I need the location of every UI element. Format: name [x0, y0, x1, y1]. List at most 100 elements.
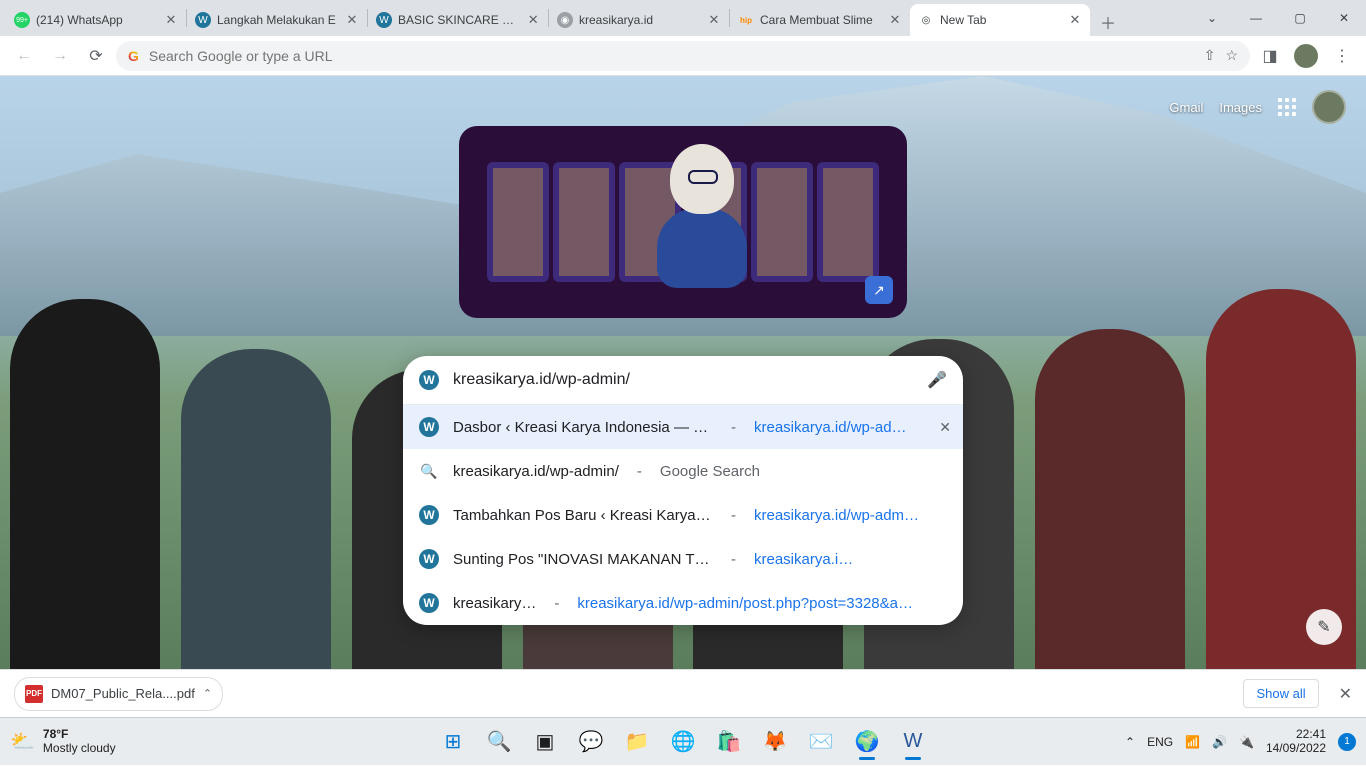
pdf-icon: PDF [25, 685, 43, 703]
images-link[interactable]: Images [1219, 100, 1262, 115]
google-doodle[interactable]: ↗ [459, 126, 907, 318]
chevron-up-icon[interactable]: ⌃ [203, 687, 212, 700]
windows-taskbar: ⛅ 78°F Mostly cloudy ⊞ 🔍 ▣ 💬 📁 🌐 🛍️ 🦊 ✉️… [0, 717, 1366, 765]
maximize-button[interactable]: ▢ [1278, 0, 1322, 36]
wordpress-icon: W [419, 593, 439, 613]
remove-suggestion-icon[interactable]: ✕ [939, 419, 951, 436]
taskbar-center: ⊞ 🔍 ▣ 💬 📁 🌐 🛍️ 🦊 ✉️ 🌍 W [433, 722, 933, 762]
mail-button[interactable]: ✉️ [801, 722, 841, 762]
close-icon[interactable]: ✕ [345, 13, 359, 27]
suggestion-title: Sunting Pos "INOVASI MAKANAN TRADISION… [453, 551, 713, 568]
bookmark-icon[interactable]: ☆ [1225, 47, 1238, 64]
search-query-text: kreasikarya.id/wp-admin/ [453, 371, 913, 389]
firefox-button[interactable]: 🦊 [755, 722, 795, 762]
weather-icon: ⛅ [10, 729, 35, 754]
tab-search-button[interactable]: ⌄ [1190, 0, 1234, 36]
close-icon[interactable]: ✕ [707, 13, 721, 27]
tab-title: Cara Membuat Slime [760, 13, 882, 27]
volume-icon[interactable]: 🔊 [1212, 735, 1227, 749]
mic-icon[interactable]: 🎤 [927, 370, 947, 390]
suggestion-subtitle: Google Search [660, 463, 947, 480]
suggestion-title: Tambahkan Pos Baru ‹ Kreasi Karya … [453, 507, 713, 524]
apps-grid-icon[interactable] [1278, 98, 1296, 116]
word-button[interactable]: W [893, 722, 933, 762]
wordpress-icon: W [195, 12, 211, 28]
tab-langkah[interactable]: W Langkah Melakukan E ✕ [187, 4, 367, 36]
wordpress-icon: W [419, 505, 439, 525]
explorer-button[interactable]: 📁 [617, 722, 657, 762]
notification-badge[interactable]: 1 [1338, 733, 1356, 751]
tab-whatsapp[interactable]: 99+ (214) WhatsApp ✕ [6, 4, 186, 36]
close-icon[interactable]: ✕ [164, 13, 178, 27]
close-window-button[interactable]: ✕ [1322, 0, 1366, 36]
weather-cond: Mostly cloudy [43, 742, 116, 755]
globe-icon: ◉ [557, 12, 573, 28]
chat-button[interactable]: 💬 [571, 722, 611, 762]
account-avatar[interactable] [1312, 90, 1346, 124]
minimize-button[interactable]: — [1234, 0, 1278, 36]
tray-chevron-icon[interactable]: ⌃ [1125, 735, 1135, 749]
close-icon[interactable]: ✕ [526, 13, 540, 27]
chrome-button[interactable]: 🌍 [847, 722, 887, 762]
start-button[interactable]: ⊞ [433, 722, 473, 762]
show-all-downloads-button[interactable]: Show all [1243, 679, 1318, 708]
reload-button[interactable]: ⟳ [80, 40, 112, 72]
side-panel-button[interactable]: ◨ [1254, 40, 1286, 72]
menu-button[interactable]: ⋮ [1326, 40, 1358, 72]
close-icon[interactable]: ✕ [888, 13, 902, 27]
suggestion-url: kreasikarya.id/wp-ad… [754, 419, 947, 436]
omnibox-input[interactable] [149, 48, 1194, 64]
suggestion-item[interactable]: W Tambahkan Pos Baru ‹ Kreasi Karya … - … [403, 493, 963, 537]
suggestion-title: Dasbor ‹ Kreasi Karya Indonesia — Wor… [453, 419, 713, 436]
search-icon: 🔍 [419, 461, 439, 481]
suggestion-url: kreasikarya.id/wp-adm… [754, 507, 947, 524]
wordpress-icon: W [419, 370, 439, 390]
download-item[interactable]: PDF DM07_Public_Rela....pdf ⌃ [14, 677, 223, 711]
clock-date: 14/09/2022 [1266, 742, 1326, 756]
battery-icon[interactable]: 🔌 [1239, 735, 1254, 749]
browser-tabstrip: 99+ (214) WhatsApp ✕ W Langkah Melakukan… [0, 0, 1366, 36]
back-button[interactable]: ← [8, 40, 40, 72]
gmail-link[interactable]: Gmail [1169, 100, 1203, 115]
wordpress-icon: W [419, 417, 439, 437]
suggestion-item[interactable]: W Sunting Pos "INOVASI MAKANAN TRADISION… [403, 537, 963, 581]
tab-slime[interactable]: hip Cara Membuat Slime ✕ [730, 4, 910, 36]
close-downloads-icon[interactable]: ✕ [1339, 684, 1352, 704]
tab-title: BASIC SKINCARE EMI [398, 13, 520, 27]
suggestion-url: kreasikarya.id/wp-admin/post.php?post=33… [577, 595, 947, 612]
tab-title: (214) WhatsApp [36, 13, 158, 27]
address-bar[interactable]: G ⇧ ☆ [116, 41, 1250, 71]
search-box: W kreasikarya.id/wp-admin/ 🎤 W Dasbor ‹ … [403, 356, 963, 625]
suggestion-item[interactable]: W Dasbor ‹ Kreasi Karya Indonesia — Wor…… [403, 405, 963, 449]
share-doodle-icon[interactable]: ↗ [865, 276, 893, 304]
edge-button[interactable]: 🌐 [663, 722, 703, 762]
taskview-button[interactable]: ▣ [525, 722, 565, 762]
profile-button[interactable] [1290, 40, 1322, 72]
clock-time: 22:41 [1266, 728, 1326, 742]
customize-button[interactable]: ✎ [1306, 609, 1342, 645]
store-button[interactable]: 🛍️ [709, 722, 749, 762]
whatsapp-icon: 99+ [14, 12, 30, 28]
tab-title: Langkah Melakukan E [217, 13, 339, 27]
wifi-icon[interactable]: 📶 [1185, 735, 1200, 749]
tab-kreasikarya[interactable]: ◉ kreasikarya.id ✕ [549, 4, 729, 36]
clock[interactable]: 22:41 14/09/2022 [1266, 728, 1326, 756]
chrome-icon: ◎ [918, 12, 934, 28]
tab-skincare[interactable]: W BASIC SKINCARE EMI ✕ [368, 4, 548, 36]
forward-button[interactable]: → [44, 40, 76, 72]
tab-newtab[interactable]: ◎ New Tab ✕ [910, 4, 1090, 36]
weather-widget[interactable]: ⛅ 78°F Mostly cloudy [10, 728, 116, 754]
suggestion-item[interactable]: W kreasikary… - kreasikarya.id/wp-admin/… [403, 581, 963, 625]
language-indicator[interactable]: ENG [1147, 735, 1173, 749]
close-icon[interactable]: ✕ [1068, 13, 1082, 27]
search-input-row[interactable]: W kreasikarya.id/wp-admin/ 🎤 [403, 356, 963, 404]
new-tab-button[interactable]: ＋ [1094, 8, 1122, 36]
hip-icon: hip [738, 12, 754, 28]
share-icon[interactable]: ⇧ [1204, 47, 1216, 64]
suggestion-item[interactable]: 🔍 kreasikarya.id/wp-admin/ - Google Sear… [403, 449, 963, 493]
browser-toolbar: ← → ⟳ G ⇧ ☆ ◨ ⋮ [0, 36, 1366, 76]
wordpress-icon: W [419, 549, 439, 569]
google-icon: G [128, 48, 139, 64]
search-button[interactable]: 🔍 [479, 722, 519, 762]
download-filename: DM07_Public_Rela....pdf [51, 686, 195, 701]
